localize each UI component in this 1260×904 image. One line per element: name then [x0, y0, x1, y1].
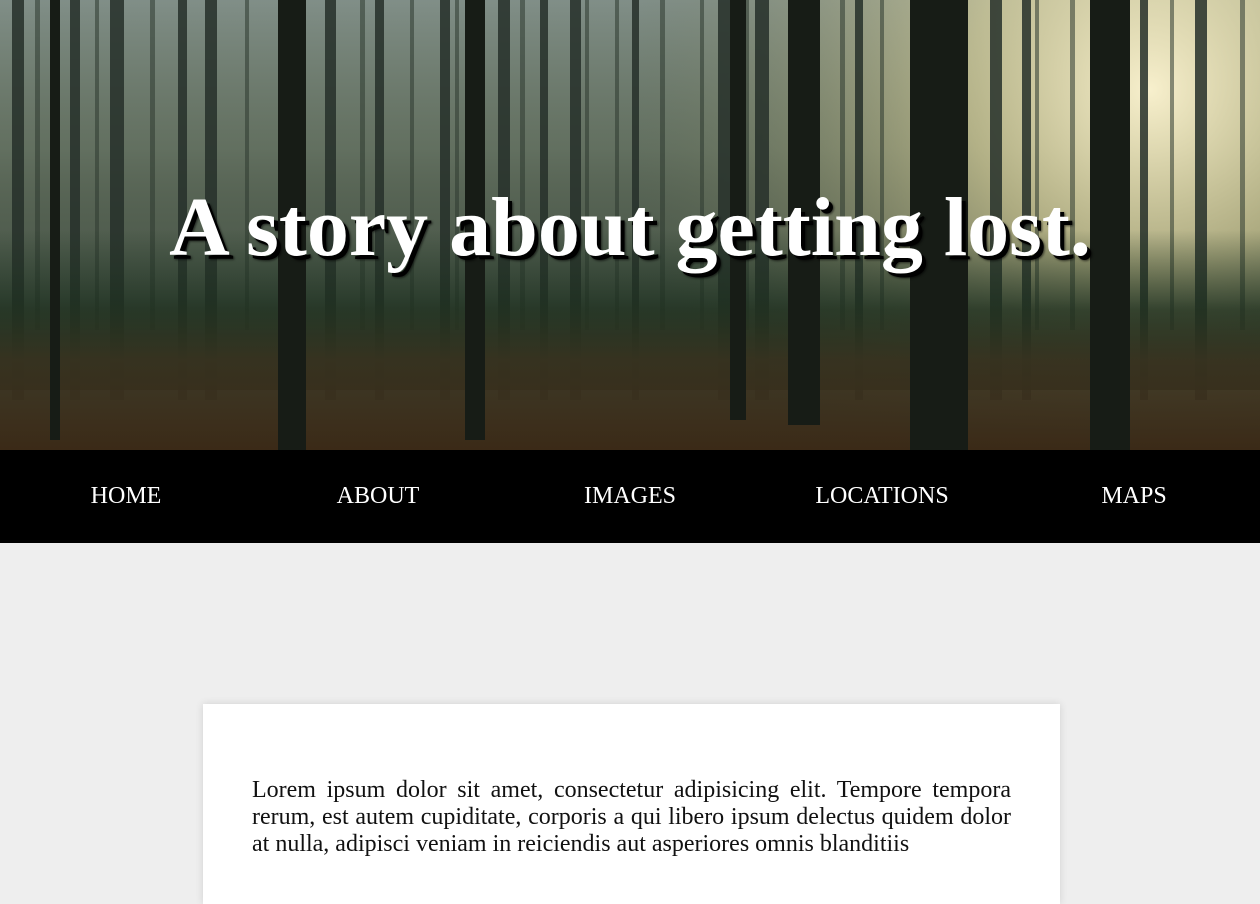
nav-item-home[interactable]: HOME	[0, 450, 252, 543]
content-paragraph: Lorem ipsum dolor sit amet, consectetur …	[252, 777, 1011, 857]
content-card: Lorem ipsum dolor sit amet, consectetur …	[203, 704, 1060, 904]
nav-item-locations[interactable]: LOCATIONS	[756, 450, 1008, 543]
main-navigation: HOME ABOUT IMAGES LOCATIONS MAPS	[0, 450, 1260, 543]
page-title: A story about getting lost.	[169, 181, 1091, 274]
nav-item-about[interactable]: ABOUT	[252, 450, 504, 543]
hero-banner: A story about getting lost.	[0, 0, 1260, 450]
nav-item-images[interactable]: IMAGES	[504, 450, 756, 543]
nav-item-maps[interactable]: MAPS	[1008, 450, 1260, 543]
